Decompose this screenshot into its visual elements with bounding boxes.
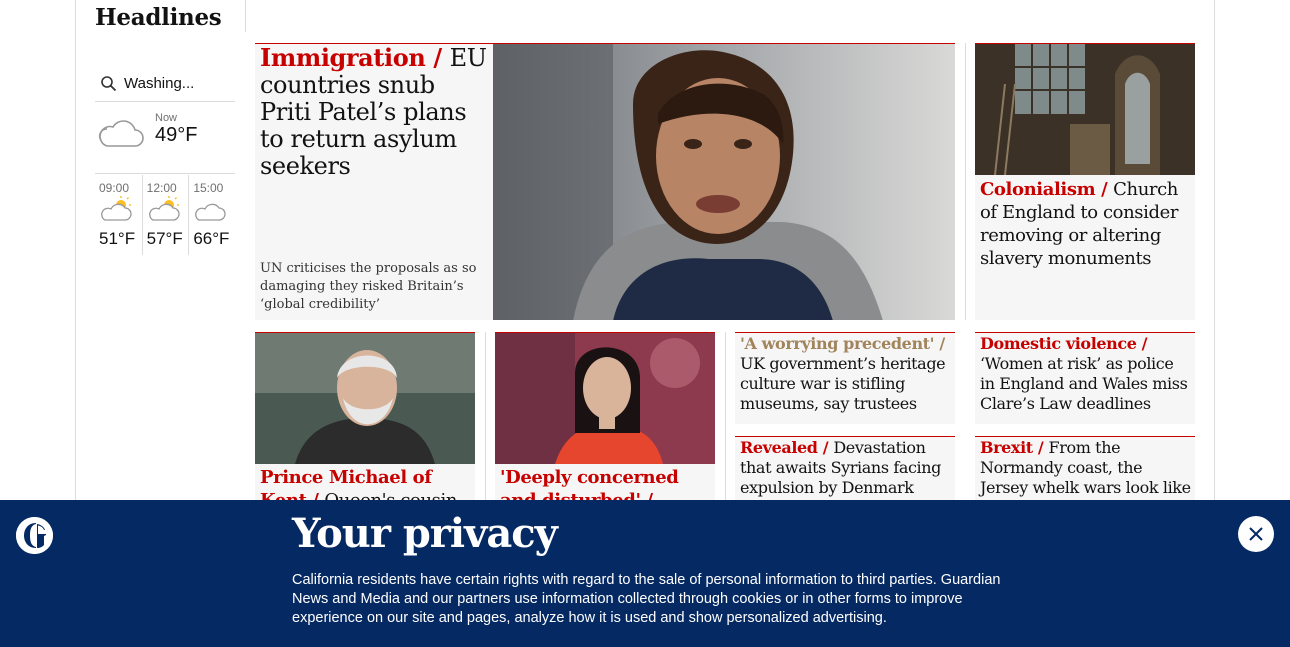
- privacy-body: California residents have certain rights…: [292, 572, 1001, 626]
- story-syrians-headline[interactable]: Revealed / Devastation that awaits Syria…: [740, 438, 952, 498]
- story-heritage[interactable]: 'A worrying precedent' / UK government’s…: [735, 332, 955, 424]
- cloud-icon: [98, 120, 144, 147]
- story-kicker: Immigration /: [260, 43, 450, 72]
- forecast-temp: 66°F: [193, 229, 230, 248]
- story-prince[interactable]: Prince Michael of Kent / Queen's cousin: [255, 332, 475, 500]
- story-domestic-headline[interactable]: Domestic violence / ‘Women at risk’ as p…: [980, 334, 1192, 414]
- forecast-item: 09:00 51°F: [95, 175, 142, 255]
- story-main-headline[interactable]: Immigration / EU countries snub Priti Pa…: [260, 44, 488, 180]
- story-domestic[interactable]: Domestic violence / ‘Women at risk’ as p…: [975, 332, 1195, 424]
- weather-now-label: Now: [155, 112, 178, 124]
- story-kicker: 'Deeply concerned and disturbed' /: [500, 467, 679, 500]
- story-kicker: Domestic violence /: [980, 334, 1148, 353]
- weather-now: Now 49°F: [95, 110, 235, 174]
- close-button[interactable]: [1238, 516, 1274, 552]
- story-kicker: 'A worrying precedent' /: [740, 334, 945, 353]
- story-gemma-image[interactable]: [495, 333, 715, 464]
- story-main-standfirst: UN criticises the proposals as so damagi…: [260, 261, 477, 312]
- column-divider: [485, 332, 486, 500]
- partly-sunny-icon: [148, 196, 180, 221]
- cloud-icon: [195, 203, 226, 221]
- story-church-headline[interactable]: Colonialism / Church of England to consi…: [980, 178, 1192, 270]
- forecast-temp: 51°F: [99, 229, 136, 248]
- story-church-image[interactable]: [975, 44, 1195, 175]
- story-gemma-headline[interactable]: 'Deeply concerned and disturbed' /: [500, 466, 712, 500]
- story-church[interactable]: Colonialism / Church of England to consi…: [975, 43, 1195, 320]
- weather-location-search[interactable]: Washing...: [95, 66, 235, 102]
- column-divider: [725, 332, 726, 500]
- story-brexit[interactable]: Brexit / From the Normandy coast, the Je…: [975, 436, 1195, 500]
- guardian-logo: [16, 517, 53, 554]
- column-divider: [965, 43, 966, 320]
- story-kicker: Revealed /: [740, 438, 834, 457]
- forecast-time: 09:00: [99, 181, 130, 195]
- privacy-banner: Your privacy California residents have c…: [0, 500, 1290, 647]
- partly-sunny-icon: [101, 196, 132, 221]
- search-icon: [101, 75, 117, 91]
- story-main[interactable]: Immigration / EU countries snub Priti Pa…: [255, 43, 955, 320]
- story-main-image[interactable]: [493, 44, 955, 320]
- forecast-item: 15:00 66°F: [188, 175, 235, 255]
- story-prince-image[interactable]: [255, 333, 475, 464]
- section-title: Headlines: [95, 4, 222, 31]
- forecast-time: 15:00: [193, 181, 224, 195]
- header-divider: [245, 0, 246, 32]
- story-headline-text: UK government’s heritage culture war is …: [740, 354, 946, 413]
- story-brexit-headline[interactable]: Brexit / From the Normandy coast, the Je…: [980, 438, 1192, 498]
- story-kicker: Colonialism /: [980, 179, 1114, 200]
- weather-now-temp: 49°F: [155, 124, 198, 146]
- story-kicker: Brexit /: [980, 438, 1049, 457]
- story-headline-text: Queen's cousin: [324, 490, 457, 500]
- story-syrians[interactable]: Revealed / Devastation that awaits Syria…: [735, 436, 955, 500]
- forecast-temp: 57°F: [146, 229, 183, 248]
- close-icon: [1249, 527, 1263, 541]
- forecast-item: 12:00 57°F: [141, 175, 189, 255]
- story-gemma[interactable]: 'Deeply concerned and disturbed' /: [495, 332, 715, 500]
- story-headline-text: ‘Women at risk’ as police in England and…: [980, 354, 1188, 413]
- weather-forecast: 09:00 51°F 12:00 57°F 15:00 66°F: [95, 175, 235, 255]
- forecast-time: 12:00: [146, 181, 177, 195]
- privacy-title: Your privacy: [292, 510, 558, 557]
- weather-location: Washing...: [124, 75, 195, 92]
- story-heritage-headline[interactable]: 'A worrying precedent' / UK government’s…: [740, 334, 952, 414]
- story-prince-headline[interactable]: Prince Michael of Kent / Queen's cousin: [260, 466, 472, 500]
